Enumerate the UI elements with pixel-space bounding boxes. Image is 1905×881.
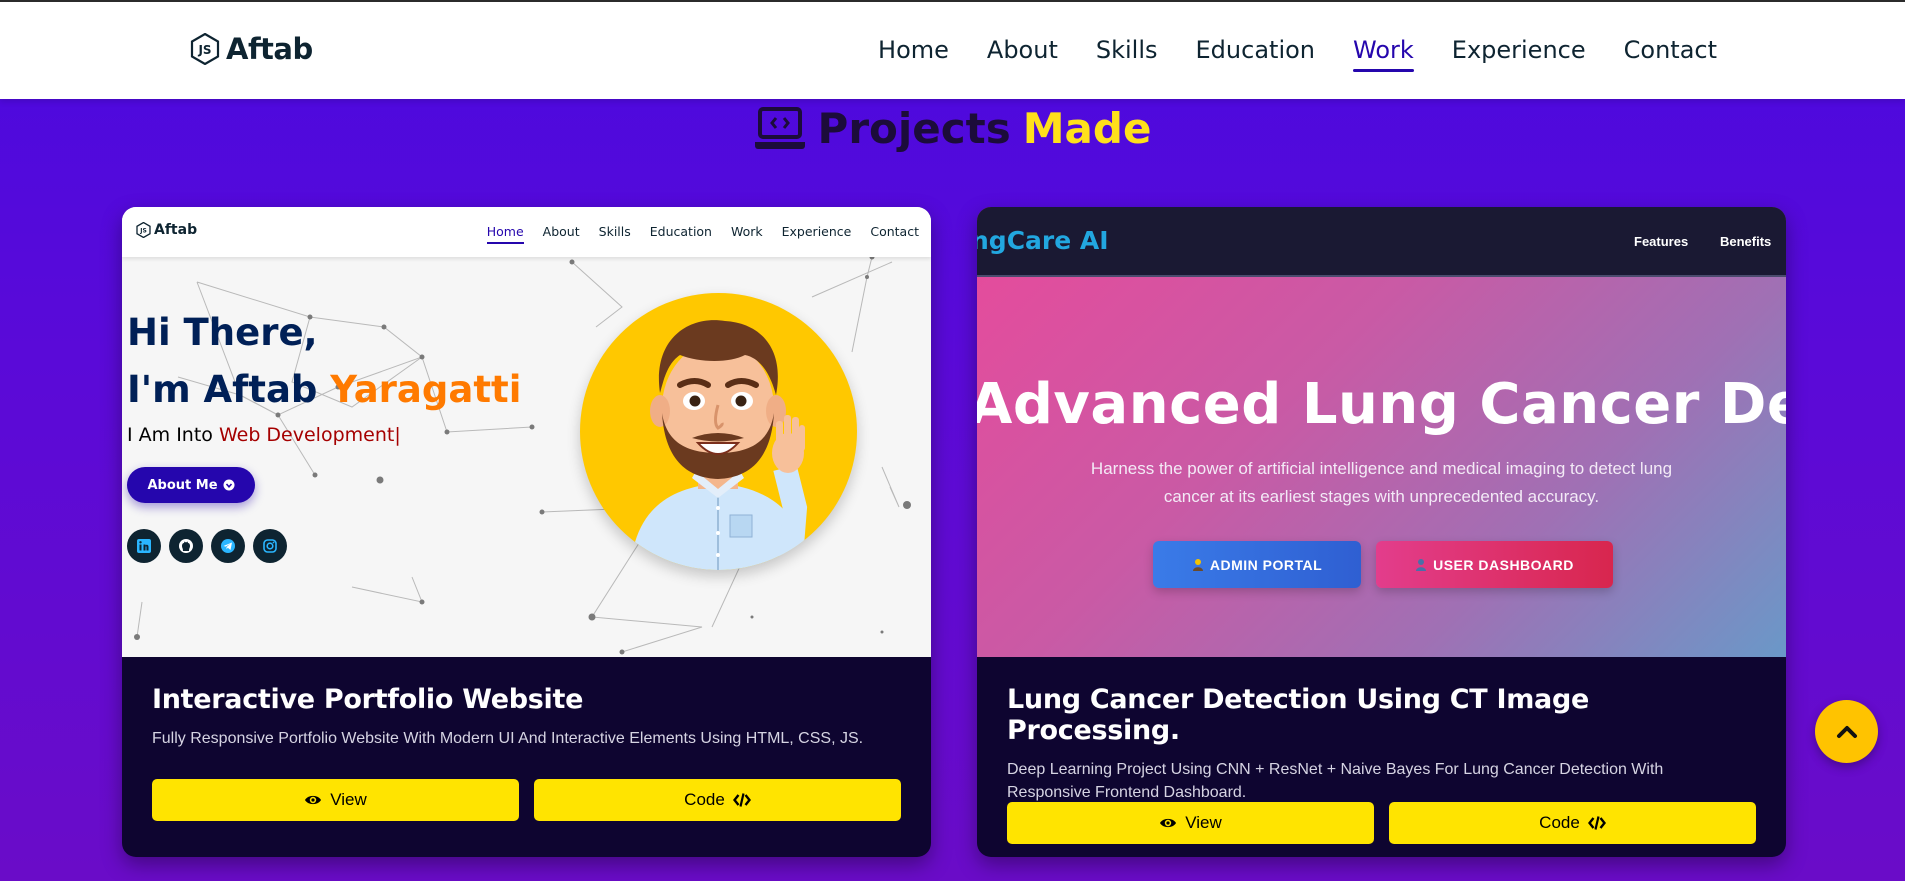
preview-name-highlight: Yaragatti bbox=[330, 368, 522, 411]
preview-cta-buttons: ADMIN PORTAL USER DASHBOARD bbox=[1153, 541, 1613, 588]
svg-text:JS: JS bbox=[139, 228, 147, 235]
preview-name-prefix: I'm Aftab bbox=[127, 368, 331, 411]
preview-typing-line: I Am Into Web Development| bbox=[127, 424, 401, 446]
brand-logo[interactable]: JS Aftab bbox=[190, 32, 313, 66]
project-title: Lung Cancer Detection Using CT Image Pro… bbox=[1007, 684, 1590, 746]
preview-into-highlight: Web Development| bbox=[218, 424, 401, 446]
preview-greeting: Hi There, bbox=[127, 311, 318, 354]
view-label: View bbox=[330, 790, 367, 809]
code-label: Code bbox=[684, 790, 725, 809]
chevron-up-icon bbox=[1836, 725, 1857, 738]
nav-about[interactable]: About bbox=[987, 36, 1058, 72]
preview-subtitle-line2: cancer at its earliest stages with unpre… bbox=[1163, 487, 1600, 506]
preview-nav-links: Home About Skills Education Work Experie… bbox=[486, 224, 919, 244]
preview-nav-about: About bbox=[542, 224, 580, 239]
nav-experience[interactable]: Experience bbox=[1452, 36, 1586, 72]
instagram-icon bbox=[253, 529, 287, 563]
project-card-lung-cancer: ngCare AI Features Benefits Advanced Lun… bbox=[977, 207, 1786, 857]
preview-nav-skills: Skills bbox=[598, 224, 631, 239]
project-card-body: Lung Cancer Detection Using CT Image Pro… bbox=[977, 657, 1786, 857]
preview-hero-subtitle: Harness the power of artificial intellig… bbox=[977, 455, 1786, 511]
project-actions: View Code bbox=[152, 779, 901, 821]
js-hexagon-icon: JS bbox=[136, 222, 151, 238]
nav-contact[interactable]: Contact bbox=[1624, 36, 1717, 72]
linkedin-icon bbox=[127, 529, 161, 563]
preview-navbar: JS Aftab Home About Skills Education Wor… bbox=[122, 207, 931, 257]
view-button[interactable]: View bbox=[152, 779, 519, 821]
github-icon bbox=[169, 529, 203, 563]
preview-nav-features: Features bbox=[1634, 234, 1689, 249]
preview-nav-experience: Experience bbox=[781, 224, 852, 239]
code-button[interactable]: Code bbox=[534, 779, 901, 821]
scroll-to-top-button[interactable] bbox=[1815, 700, 1878, 763]
nav-skills[interactable]: Skills bbox=[1096, 36, 1158, 72]
preview-nav-contact: Contact bbox=[870, 224, 919, 239]
code-icon bbox=[1587, 816, 1606, 830]
eye-icon bbox=[1160, 818, 1177, 828]
nav-home[interactable]: Home bbox=[878, 36, 949, 72]
preview-nav-benefits: Benefits bbox=[1720, 234, 1772, 249]
preview-nav-home: Home bbox=[486, 224, 524, 244]
preview-hero-headline: Advanced Lung Cancer Detectio bbox=[977, 372, 1786, 437]
preview-nav-work: Work bbox=[730, 224, 763, 239]
project-actions: View Code bbox=[1007, 802, 1756, 844]
avatar bbox=[580, 293, 857, 570]
arrow-down-circle-icon bbox=[223, 479, 235, 491]
code-label: Code bbox=[1539, 813, 1580, 832]
code-icon bbox=[732, 793, 751, 807]
project-title: Interactive Portfolio Website bbox=[152, 684, 584, 715]
laptop-code-icon bbox=[754, 106, 805, 149]
preview-user-button: USER DASHBOARD bbox=[1376, 541, 1613, 588]
telegram-icon bbox=[211, 529, 245, 563]
preview-nav-education: Education bbox=[649, 224, 712, 239]
code-button[interactable]: Code bbox=[1389, 802, 1756, 844]
project-preview-image: JS Aftab Home About Skills Education Wor… bbox=[122, 207, 931, 657]
section-title-part1: Projects bbox=[817, 104, 1011, 153]
preview-about-label: About Me bbox=[147, 477, 218, 493]
preview-navbar: ngCare AI Features Benefits bbox=[977, 207, 1786, 277]
project-card-portfolio: JS Aftab Home About Skills Education Wor… bbox=[122, 207, 931, 857]
preview-social-links bbox=[127, 529, 287, 563]
project-card-body: Interactive Portfolio Website Fully Resp… bbox=[122, 657, 931, 857]
preview-brand: JS Aftab bbox=[136, 222, 197, 238]
brand-name: Aftab bbox=[226, 32, 313, 66]
preview-brand-name: Aftab bbox=[154, 222, 198, 238]
preview-logo: ngCare AI bbox=[977, 226, 1109, 255]
view-button[interactable]: View bbox=[1007, 802, 1374, 844]
section-title-part2: Made bbox=[1022, 104, 1152, 153]
cartoon-avatar-illustration bbox=[630, 320, 810, 570]
preview-user-label: USER DASHBOARD bbox=[1433, 556, 1574, 573]
top-navbar: JS Aftab Home About Skills Education Wor… bbox=[0, 0, 1905, 99]
svg-text:JS: JS bbox=[197, 43, 211, 57]
nav-education[interactable]: Education bbox=[1196, 36, 1315, 72]
js-hexagon-icon: JS bbox=[190, 33, 220, 65]
section-title: Projects Made bbox=[0, 104, 1905, 153]
project-description: Fully Responsive Portfolio Website With … bbox=[152, 730, 864, 747]
preview-admin-label: ADMIN PORTAL bbox=[1209, 556, 1323, 573]
preview-into-prefix: I Am Into bbox=[127, 424, 219, 446]
preview-hero-heading: Hi There, I'm Aftab Yaragatti bbox=[127, 304, 521, 418]
preview-subtitle-line1: Harness the power of artificial intellig… bbox=[1090, 459, 1673, 478]
project-preview-image: ngCare AI Features Benefits Advanced Lun… bbox=[977, 207, 1786, 657]
view-label: View bbox=[1185, 813, 1222, 832]
main-nav: Home About Skills Education Work Experie… bbox=[878, 36, 1717, 72]
preview-admin-button: ADMIN PORTAL bbox=[1153, 541, 1361, 588]
user-icon bbox=[1416, 558, 1427, 571]
eye-icon bbox=[305, 795, 322, 805]
preview-about-button: About Me bbox=[127, 467, 255, 503]
admin-person-icon bbox=[1192, 558, 1203, 571]
nav-work[interactable]: Work bbox=[1353, 36, 1414, 72]
project-description: Deep Learning Project Using CNN + ResNet… bbox=[1007, 761, 1664, 801]
